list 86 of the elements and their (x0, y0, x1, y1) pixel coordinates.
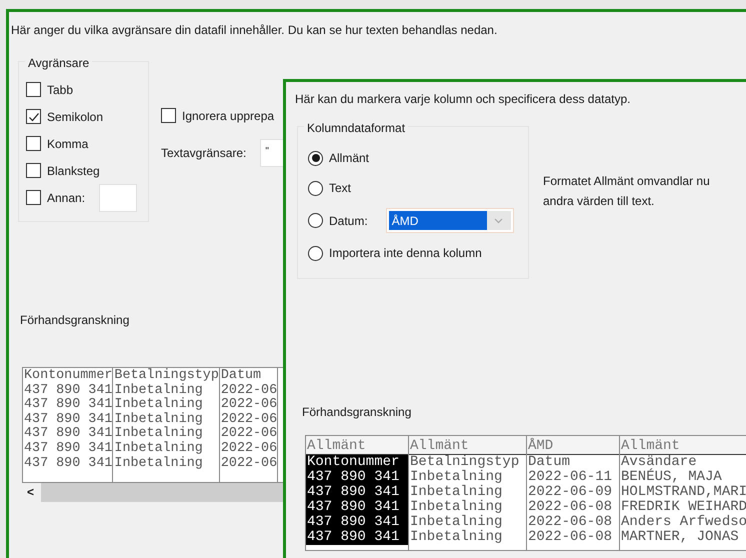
checkbox[interactable] (26, 82, 41, 97)
radio-button[interactable] (308, 246, 323, 260)
table-cell-text: Datum (220, 369, 262, 384)
table-cell: Kontonummer (23, 369, 112, 384)
table-cell: 437 890 341 (23, 427, 112, 442)
radio-label[interactable]: Importera inte denna kolumn (329, 244, 482, 262)
table-cell-text: 2022-06-09 (527, 485, 614, 500)
table-cell-text: Inbetalning (113, 427, 204, 442)
dropdown-value: ÅMD (388, 211, 487, 230)
table-column[interactable]: Avsändare BENÉUS, MAJA HOLMSTRAND,MARI FREDRIK WEIHARD Anders Arfwedso MARTNER, JONAS (620, 455, 746, 545)
table-cell-text: 2022-06-11 (527, 470, 614, 485)
table-cell: 437 890 341 (23, 398, 112, 413)
table-cell-text: 437 890 341 (306, 470, 400, 485)
radio-button[interactable] (308, 150, 323, 166)
checkbox[interactable] (26, 163, 41, 178)
table-cell-text: Avsändare (620, 455, 698, 470)
table-cell-text: Inbetalning (409, 515, 504, 530)
table-cell-text: Inbetalning (409, 485, 504, 500)
table-cell-text: MARTNER, JONAS (620, 530, 740, 545)
table-cell-text: 2022-06 (220, 412, 278, 427)
table-cell: 2022-06 (220, 442, 278, 457)
section-title: Förhandsgranskning (302, 404, 412, 421)
description-text: andra värden till text. (543, 193, 656, 210)
table-cell-text: Kontonummer (306, 455, 400, 470)
table-cell-text: 2022-06-08 (527, 500, 614, 515)
radio-label[interactable]: Datum: (329, 212, 368, 230)
table-cell-text: Inbetalning (113, 412, 204, 427)
table-cell-text: 2022-06-08 (527, 530, 614, 545)
radio-label[interactable]: Text (329, 179, 352, 197)
table-cell-text: Inbetalning (113, 384, 204, 398)
checkbox-label[interactable]: Semikolon (47, 108, 104, 126)
scrollbar-track[interactable] (41, 483, 284, 502)
table-cell-text: 437 890 341 (306, 500, 400, 515)
table-column[interactable]: Betalningstyp Inbetalning Inbetalning Inbetalning Inbetalning Inbetalning (409, 455, 526, 545)
table-cell: 2022-06 (220, 456, 278, 472)
table-cell-text: Inbetalning (113, 398, 204, 412)
table-cell-text: Inbetalning (113, 456, 204, 472)
table-cell-text: 437 890 341 (306, 515, 400, 530)
checkbox-label[interactable]: Tabb (47, 80, 74, 98)
table-cell-text: 437 890 341 (23, 384, 112, 398)
table-cell-text: Betalningstyp (113, 369, 219, 383)
field-label: Textavgränsare: (161, 145, 246, 162)
table-cell: 437 890 341 (23, 442, 112, 457)
table-cell-text: Datum (527, 455, 572, 470)
description-text: Formatet Allmänt omvandlar nu (543, 173, 710, 190)
checkbox-label[interactable]: Ignorera upprepa (182, 106, 274, 124)
section-title: Förhandsgranskning (20, 312, 130, 329)
table-column[interactable]: Datum 2022-06-11 2022-06-09 2022-06-08 2022-06-08 2022-06-08 (527, 455, 619, 545)
checkbox-label[interactable]: Annan: (47, 188, 86, 206)
table-cell: FREDRIK WEIHARD (620, 500, 746, 515)
table-cell-text: Inbetalning (409, 500, 504, 515)
table-cell-text: Inbetalning (409, 530, 504, 545)
table-cell-text: 437 890 341 (306, 485, 400, 500)
input-field[interactable] (99, 184, 138, 212)
table-cell: Anders Arfwedso (620, 515, 746, 530)
column-header[interactable]: ÅMD (527, 436, 619, 455)
radio-button[interactable] (308, 213, 323, 228)
instruction-text: Här kan du markera varje kolumn och specificera dess datatyp. (295, 91, 632, 108)
table-cell-text: Inbetalning (409, 470, 504, 485)
column-header[interactable]: Allmänt (620, 436, 746, 455)
checkbox-label[interactable]: Blanksteg (47, 162, 100, 180)
column-header[interactable]: Allmänt (409, 436, 526, 455)
checkbox[interactable] (161, 108, 176, 123)
table-cell-text: 437 890 341 (306, 530, 400, 545)
column-header[interactable]: Allmänt (306, 436, 408, 455)
radio-button[interactable] (308, 180, 323, 196)
table-cell-text: BENÉUS, MAJA (620, 470, 723, 485)
table-cell-text: Inbetalning (113, 442, 204, 456)
checkbox[interactable] (26, 109, 41, 124)
scroll-left-button[interactable]: < (22, 483, 41, 502)
table-cell: 2022-06 (220, 398, 278, 413)
checkbox-label[interactable]: Komma (47, 134, 88, 152)
checkbox[interactable] (26, 190, 41, 205)
instruction-text: Här anger du vilka avgränsare din datafil innehåller. Du kan se hur texten behandlas nedan. (11, 22, 498, 39)
table-cell: 437 890 341 (23, 456, 112, 472)
table-cell: 2022-06 (220, 427, 278, 442)
table-cell-text: 2022-06-08 (527, 515, 614, 530)
caret-icon (486, 211, 511, 230)
table-cell-text: 2022-06 (220, 384, 278, 398)
table-cell-text: Betalningstyp (409, 455, 520, 470)
table-cell-text: 437 890 341 (23, 412, 112, 427)
radio-label[interactable]: Allmänt (329, 149, 370, 167)
table-cell: HOLMSTRAND,MARI (620, 485, 746, 500)
checkbox[interactable] (26, 136, 41, 151)
table-column[interactable]: Kontonummer 437 890 341 437 890 341 437 890 341 437 890 341 437 890 341 (306, 455, 408, 545)
dropdown[interactable]: ÅMD (386, 208, 514, 233)
